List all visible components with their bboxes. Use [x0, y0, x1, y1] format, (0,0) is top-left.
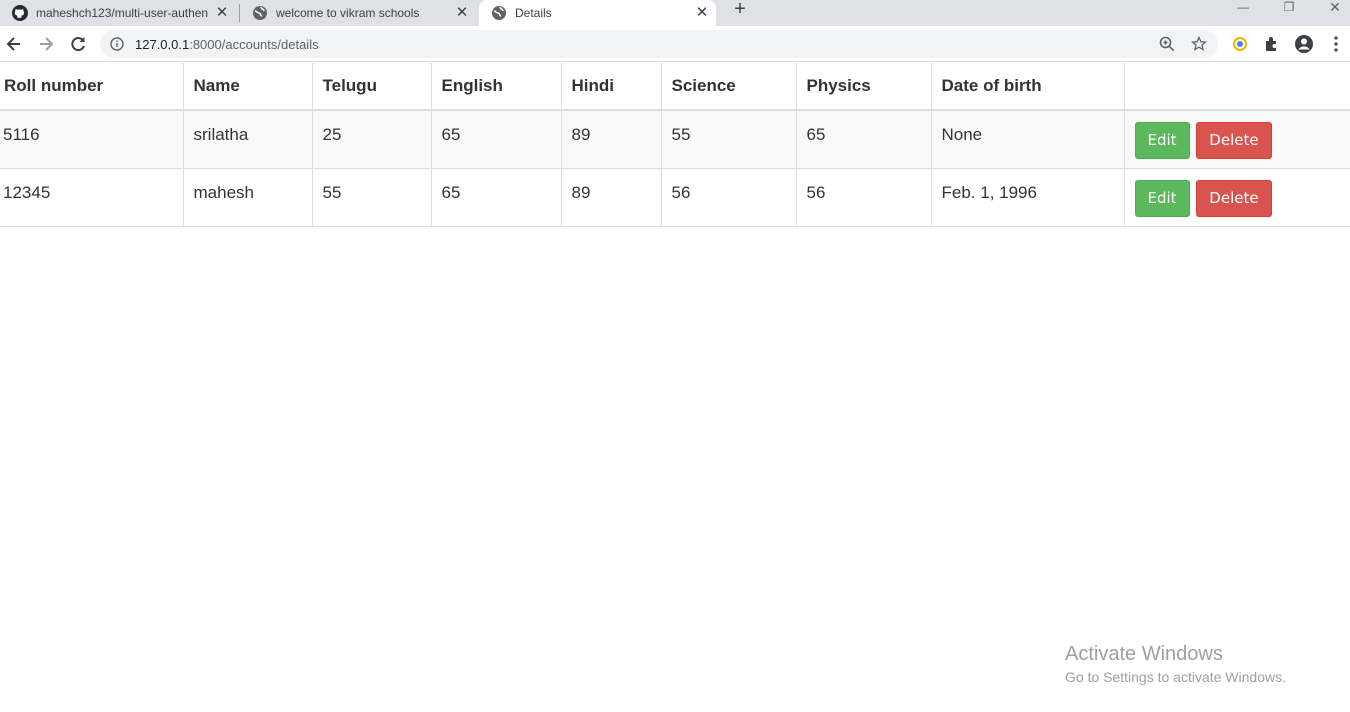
github-icon: [12, 5, 28, 21]
column-header-actions: [1124, 63, 1350, 111]
column-header: Name: [183, 63, 313, 111]
tab-title: Details: [515, 6, 552, 20]
extension-circle-icon[interactable]: [1230, 34, 1250, 54]
reload-icon[interactable]: [68, 34, 88, 54]
back-icon[interactable]: [4, 34, 24, 54]
tab-github[interactable]: maheshch123/multi-user-authen ✕: [12, 0, 230, 26]
close-tab-icon[interactable]: ✕: [454, 5, 470, 21]
close-window-icon[interactable]: ✕: [1312, 0, 1350, 18]
zoom-icon[interactable]: [1159, 36, 1175, 52]
tab-title: welcome to vikram schools: [276, 6, 420, 20]
column-header: Hindi: [561, 63, 662, 111]
page-content: Roll number Name Telugu English Hindi Sc…: [0, 63, 1350, 227]
globe-icon: [492, 6, 506, 20]
edit-button[interactable]: Edit: [1134, 122, 1190, 159]
cell-english: 65: [431, 110, 562, 169]
cell-telugu: 55: [312, 168, 432, 227]
column-header: Date of birth: [931, 63, 1125, 111]
tab-title: maheshch123/multi-user-authen: [36, 6, 209, 20]
column-header: Roll number: [0, 63, 184, 111]
tab-divider: [239, 4, 240, 22]
table-row: 5116 srilatha 25 65 89 55 65 None Edit D…: [0, 110, 1350, 169]
cell-roll-number: 5116: [0, 110, 184, 169]
details-table: Roll number Name Telugu English Hindi Sc…: [0, 63, 1350, 227]
cell-physics: 56: [796, 168, 932, 227]
cell-date-of-birth: Feb. 1, 1996: [931, 168, 1125, 227]
profile-avatar-icon[interactable]: [1294, 34, 1314, 54]
new-tab-button[interactable]: +: [730, 0, 750, 20]
info-icon[interactable]: [110, 37, 124, 51]
close-tab-icon[interactable]: ✕: [214, 5, 230, 21]
minimize-icon[interactable]: —: [1220, 0, 1266, 18]
cell-physics: 65: [796, 110, 932, 169]
menu-kebab-icon[interactable]: [1326, 34, 1346, 54]
url-path: :8000/accounts/details: [189, 37, 319, 52]
bookmark-star-icon[interactable]: [1191, 36, 1207, 52]
tab-vikram-schools[interactable]: welcome to vikram schools ✕: [252, 0, 470, 26]
table-header-row: Roll number Name Telugu English Hindi Sc…: [0, 63, 1350, 111]
cell-name: mahesh: [183, 168, 313, 227]
close-tab-icon[interactable]: ✕: [694, 5, 710, 21]
delete-button[interactable]: Delete: [1196, 179, 1272, 217]
url-text: 127.0.0.1:8000/accounts/details: [135, 37, 319, 52]
column-header: Telugu: [312, 63, 432, 111]
cell-roll-number: 12345: [0, 168, 184, 227]
tab-strip: maheshch123/multi-user-authen ✕ welcome …: [0, 0, 1350, 26]
cell-telugu: 25: [312, 110, 432, 169]
column-header: Science: [661, 63, 797, 111]
browser-toolbar: 127.0.0.1:8000/accounts/details: [0, 26, 1350, 62]
edit-button[interactable]: Edit: [1134, 179, 1190, 217]
cell-science: 56: [661, 168, 797, 227]
extensions-puzzle-icon[interactable]: [1262, 34, 1282, 54]
cell-english: 65: [431, 168, 562, 227]
address-bar[interactable]: 127.0.0.1:8000/accounts/details: [100, 30, 1218, 58]
cell-science: 55: [661, 110, 797, 169]
watermark-title: Activate Windows: [1065, 643, 1223, 665]
table-row: 12345 mahesh 55 65 89 56 56 Feb. 1, 1996…: [0, 168, 1350, 227]
cell-actions: Edit Delete: [1124, 168, 1350, 227]
tab-details[interactable]: Details ✕: [479, 0, 716, 26]
cell-hindi: 89: [561, 168, 662, 227]
forward-icon[interactable]: [36, 34, 56, 54]
column-header: Physics: [796, 63, 932, 111]
activate-windows-watermark: Activate Windows Go to Settings to activ…: [1065, 643, 1286, 685]
restore-icon[interactable]: ❐: [1266, 0, 1312, 18]
delete-button[interactable]: Delete: [1196, 122, 1272, 159]
cell-name: srilatha: [183, 110, 313, 169]
url-host: 127.0.0.1: [135, 37, 190, 52]
cell-actions: Edit Delete: [1124, 110, 1350, 169]
globe-icon: [253, 6, 267, 20]
column-header: English: [431, 63, 562, 111]
watermark-subtitle: Go to Settings to activate Windows.: [1065, 669, 1286, 685]
cell-date-of-birth: None: [931, 110, 1125, 169]
cell-hindi: 89: [561, 110, 662, 169]
